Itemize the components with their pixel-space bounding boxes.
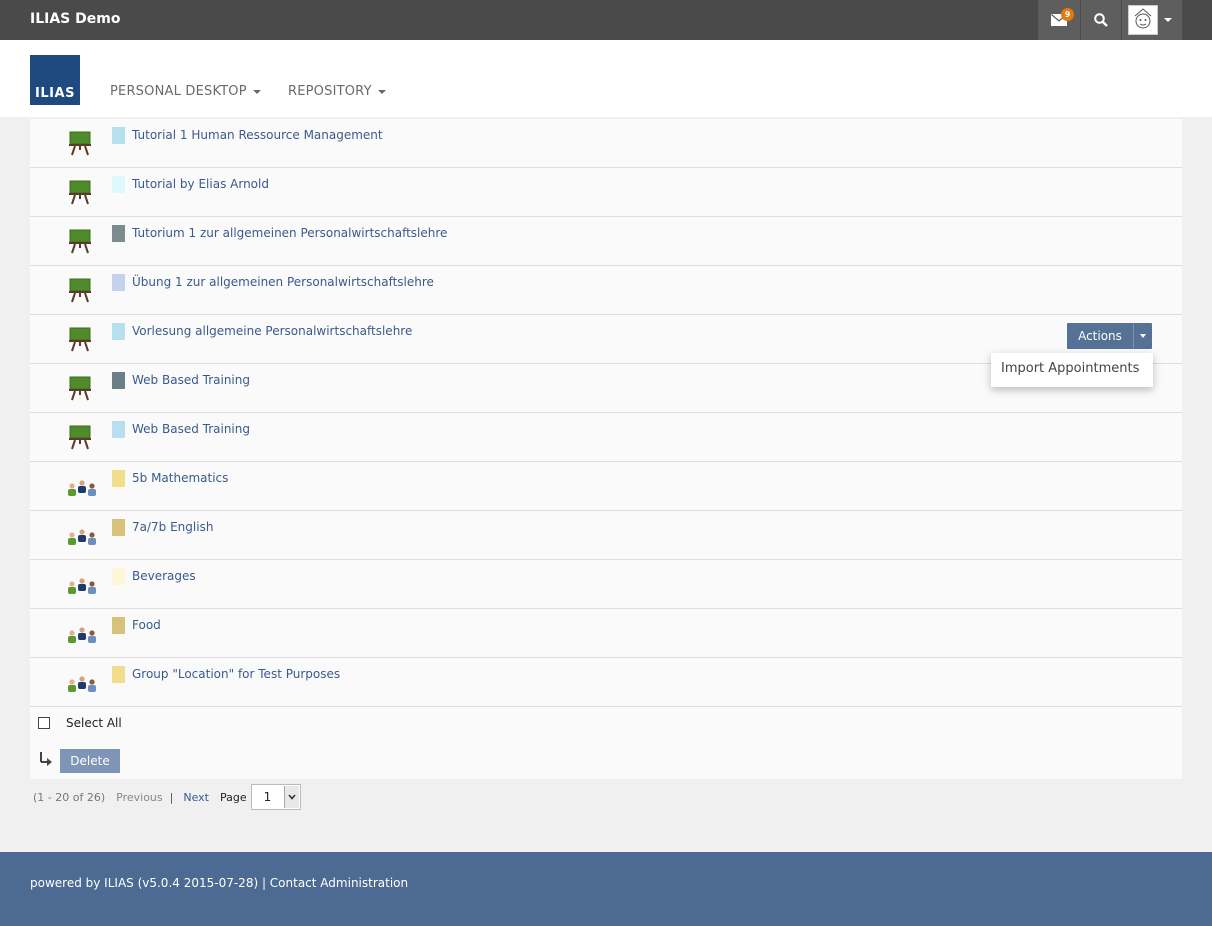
ilias-logo[interactable]: ILIAS [30, 55, 80, 105]
content-panel: Tutorial 1 Human Ressource Management Tut… [30, 119, 1182, 779]
color-swatch [112, 127, 125, 144]
list-item: Tutorium 1 zur allgemeinen Personalwirts… [30, 217, 1182, 266]
nav-personal-desktop[interactable]: PERSONAL DESKTOP [110, 84, 261, 99]
user-menu-button[interactable] [1122, 0, 1182, 40]
tutorial-icon [66, 130, 94, 156]
main-header: ILIAS PERSONAL DESKTOP REPOSITORY [0, 40, 1212, 117]
item-title-link[interactable]: Web Based Training [132, 373, 250, 387]
list-item: Tutorial 1 Human Ressource Management [30, 119, 1182, 168]
select-all-checkbox[interactable] [38, 717, 50, 729]
group-icon [66, 620, 96, 646]
item-title-link[interactable]: 7a/7b English [132, 520, 213, 534]
next-link[interactable]: Next [183, 791, 209, 804]
color-swatch [112, 519, 125, 536]
tutorial-icon [66, 424, 94, 450]
item-title-link[interactable]: 5b Mathematics [132, 471, 228, 485]
item-title-link[interactable]: Beverages [132, 569, 196, 583]
delete-button[interactable]: Delete [60, 749, 120, 773]
chevron-down-icon [1140, 334, 1146, 338]
actions-separator [1133, 323, 1134, 349]
nav-label: REPOSITORY [288, 84, 372, 99]
menu-item-import-appointments[interactable]: Import Appointments [1001, 361, 1139, 376]
corner-arrow-icon [40, 752, 52, 766]
search-icon [1094, 13, 1108, 27]
list-item: 7a/7b English [30, 511, 1182, 560]
search-button[interactable] [1081, 0, 1121, 40]
user-avatar-icon [1134, 8, 1152, 29]
chevron-down-icon [377, 89, 386, 94]
top-bar: ILIAS Demo 9 [0, 0, 1212, 40]
mail-badge: 9 [1061, 8, 1074, 21]
pagination: (1 - 20 of 26) Previous | Next Page 1 [33, 784, 301, 810]
color-swatch [112, 617, 125, 634]
item-title-link[interactable]: Group "Location" for Test Purposes [132, 667, 340, 681]
app-title[interactable]: ILIAS Demo [30, 11, 120, 27]
color-swatch [112, 372, 125, 389]
list-item: Food [30, 609, 1182, 658]
page-select[interactable]: 1 [250, 784, 301, 810]
list-item: Übung 1 zur allgemeinen Personalwirtscha… [30, 266, 1182, 315]
group-icon [66, 669, 96, 695]
color-swatch [112, 666, 125, 683]
pager-separator: | [169, 790, 174, 804]
group-icon [66, 571, 96, 597]
select-all-label: Select All [66, 716, 122, 730]
list-item: Tutorial by Elias Arnold [30, 168, 1182, 217]
item-title-link[interactable]: Web Based Training [132, 422, 250, 436]
footer: powered by ILIAS (v5.0.4 2015-07-28) | C… [0, 852, 1212, 926]
color-swatch [112, 176, 125, 193]
avatar [1128, 5, 1158, 35]
item-title-link[interactable]: Tutorial by Elias Arnold [132, 177, 269, 191]
nav-label: PERSONAL DESKTOP [110, 84, 247, 99]
nav-repository[interactable]: REPOSITORY [288, 84, 386, 99]
color-swatch [112, 274, 125, 291]
actions-button[interactable]: Actions [1067, 323, 1152, 349]
tutorial-icon [66, 179, 94, 205]
color-swatch [112, 568, 125, 585]
color-swatch [112, 421, 125, 438]
item-title-link[interactable]: Übung 1 zur allgemeinen Personalwirtscha… [132, 275, 434, 289]
item-title-link[interactable]: Vorlesung allgemeine Personalwirtschafts… [132, 324, 412, 338]
chevron-down-icon [252, 89, 261, 94]
item-title-link[interactable]: Tutorium 1 zur allgemeinen Personalwirts… [132, 226, 447, 240]
tutorial-icon [66, 326, 94, 352]
select-all: Select All [38, 716, 122, 730]
previous-link: Previous [116, 790, 163, 804]
mail-button[interactable]: 9 [1038, 0, 1080, 40]
result-count: (1 - 20 of 26) [33, 790, 106, 804]
tutorial-icon [66, 277, 94, 303]
actions-label: Actions [1078, 329, 1122, 343]
footer-text[interactable]: powered by ILIAS (v5.0.4 2015-07-28) | C… [30, 876, 408, 890]
group-icon [66, 473, 96, 499]
color-swatch [112, 323, 125, 340]
chevron-down-icon [1164, 18, 1172, 22]
page-value: 1 [263, 790, 272, 804]
color-swatch [112, 225, 125, 242]
tutorial-icon [66, 375, 94, 401]
list-item: Web Based Training [30, 413, 1182, 462]
color-swatch [112, 470, 125, 487]
logo-text: ILIAS [35, 86, 75, 101]
group-icon [66, 522, 96, 548]
page-label: Page [220, 790, 247, 804]
list-item: Beverages [30, 560, 1182, 609]
list-item: 5b Mathematics [30, 462, 1182, 511]
actions-dropdown: Import Appointments [991, 353, 1153, 387]
list-item: Group "Location" for Test Purposes [30, 658, 1182, 707]
tutorial-icon [66, 228, 94, 254]
chevron-down-icon [283, 786, 299, 808]
item-title-link[interactable]: Tutorial 1 Human Ressource Management [132, 128, 383, 142]
item-title-link[interactable]: Food [132, 618, 161, 632]
